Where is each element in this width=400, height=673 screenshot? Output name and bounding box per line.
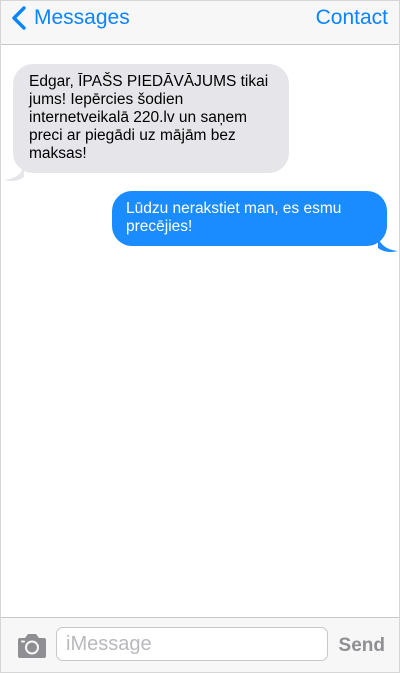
message-input[interactable] xyxy=(56,627,328,661)
conversation: Edgar, ĪPAŠS PIEDĀVĀJUMS tikai jums! Iep… xyxy=(1,45,399,617)
outgoing-bubble-tail xyxy=(378,237,398,252)
back-button[interactable]: Messages xyxy=(9,5,130,31)
contact-button[interactable]: Contact xyxy=(316,5,388,31)
outgoing-message-bubble[interactable]: Lūdzu nerakstiet man, es esmu precējies! xyxy=(112,191,387,246)
messages-screen: Messages Contact Edgar, ĪPAŠS PIEDĀVĀJUM… xyxy=(0,0,400,673)
chevron-left-icon xyxy=(12,6,26,30)
incoming-bubble-tail xyxy=(4,166,24,181)
send-button[interactable]: Send xyxy=(339,635,385,657)
incoming-message-bubble[interactable]: Edgar, ĪPAŠS PIEDĀVĀJUMS tikai jums! Iep… xyxy=(13,64,289,173)
camera-icon[interactable] xyxy=(15,632,49,660)
back-button-label: Messages xyxy=(34,6,130,29)
message-composer: Send xyxy=(1,617,399,672)
navigation-bar: Messages Contact xyxy=(1,1,399,45)
